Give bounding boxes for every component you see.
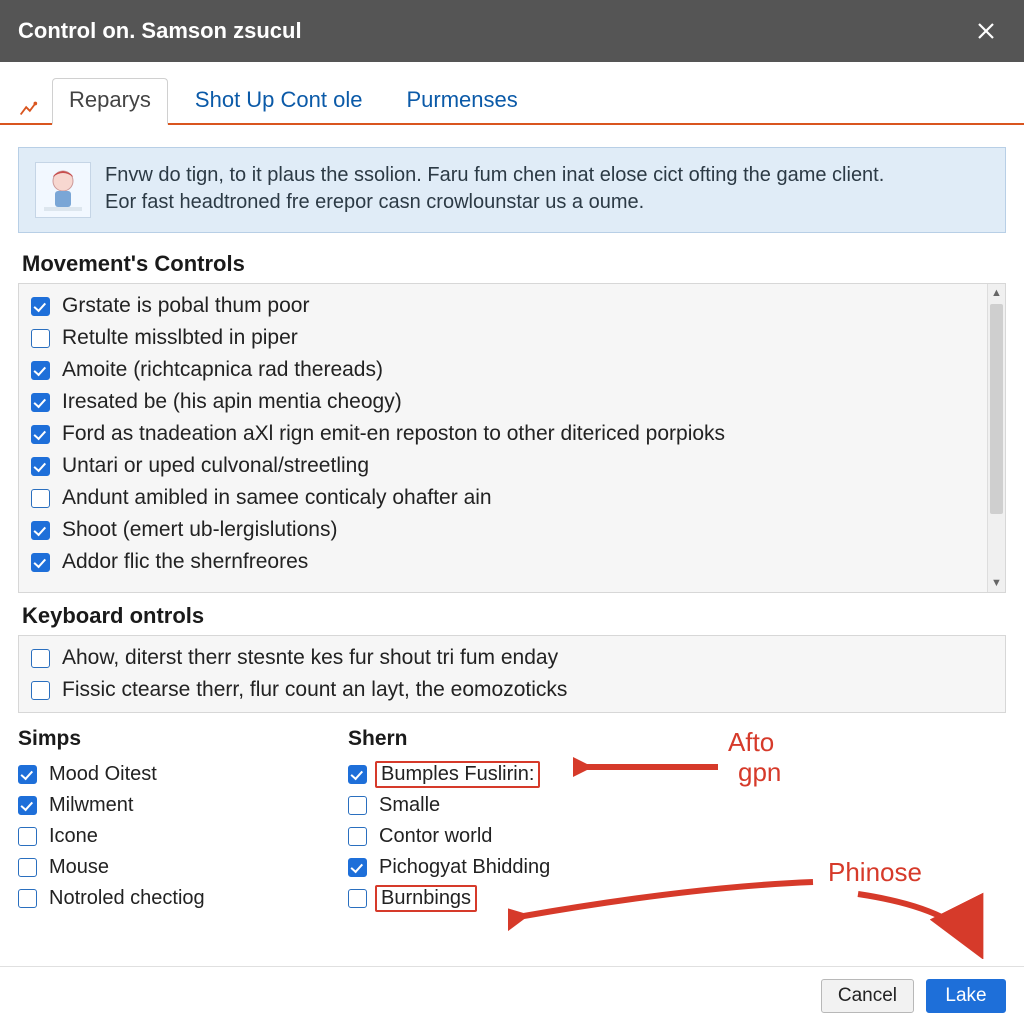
window-title: Control on. Samson zsucul: [18, 18, 302, 44]
scroll-thumb[interactable]: [990, 304, 1003, 514]
list-item: Pichogyat Bhidding: [348, 852, 708, 883]
checkbox-label: Milwment: [49, 794, 133, 817]
titlebar: Control on. Samson zsucul: [0, 0, 1024, 62]
keyboard-controls-list: Ahow, diterst therr stesnte kes fur shou…: [18, 635, 1006, 713]
checkbox-label: Iresated be (his apin mentia cheogy): [62, 390, 402, 414]
simps-heading: Simps: [18, 727, 338, 751]
checkbox-label: Icone: [49, 825, 98, 848]
checkbox-label: Smalle: [379, 794, 440, 817]
simps-column: Simps Mood Oitest Milwment Icone Mouse N…: [18, 727, 338, 914]
button-label: Lake: [945, 985, 986, 1007]
list-item: Grstate is pobal thum poor: [31, 290, 985, 322]
close-icon: [976, 21, 996, 41]
checkbox[interactable]: [31, 361, 50, 380]
checkbox-label: Ahow, diterst therr stesnte kes fur shou…: [62, 646, 558, 670]
list-item: Fissic ctearse therr, flur count an layt…: [31, 674, 985, 706]
avatar-icon: [35, 162, 91, 218]
checkbox-label: Burnbings: [375, 885, 477, 912]
info-banner: Fnvw do tign, to it plaus the ssolion. F…: [18, 147, 1006, 233]
checkbox[interactable]: [18, 889, 37, 908]
checkbox[interactable]: [31, 329, 50, 348]
button-label: Cancel: [838, 985, 897, 1007]
checkbox-label: Mood Oitest: [49, 763, 157, 786]
info-line-1: Fnvw do tign, to it plaus the ssolion. F…: [105, 162, 884, 189]
list-item: Mouse: [18, 852, 338, 883]
checkbox-label: Grstate is pobal thum poor: [62, 294, 309, 318]
checkbox[interactable]: [18, 858, 37, 877]
scroll-down-icon[interactable]: ▼: [988, 574, 1005, 592]
checkbox[interactable]: [31, 425, 50, 444]
tab-label: Purmenses: [406, 87, 517, 112]
content-area: Fnvw do tign, to it plaus the ssolion. F…: [0, 125, 1024, 914]
checkbox[interactable]: [31, 489, 50, 508]
checkbox-label: Untari or uped culvonal/streetling: [62, 454, 369, 478]
list-item: Ford as tnadeation aXl rign emit-en repo…: [31, 418, 985, 450]
cancel-button[interactable]: Cancel: [821, 979, 914, 1013]
checkbox-label: Mouse: [49, 856, 109, 879]
tab-shot-up-contole[interactable]: Shot Up Cont ole: [178, 78, 380, 123]
list-item: Untari or uped culvonal/streetling: [31, 450, 985, 482]
checkbox-label: Retulte misslbted in piper: [62, 326, 298, 350]
scrollbar[interactable]: ▲ ▼: [987, 284, 1005, 592]
checkbox-label: Bumples Fuslirin:: [375, 761, 540, 788]
list-item: Notroled chectiog: [18, 883, 338, 914]
list-item: Burnbings: [348, 883, 708, 914]
tab-purmenses[interactable]: Purmenses: [389, 78, 534, 123]
keyboard-controls-heading: Keyboard ontrols: [22, 603, 1006, 629]
list-item: Iresated be (his apin mentia cheogy): [31, 386, 985, 418]
tab-decorative-icon: [14, 95, 42, 123]
checkbox[interactable]: [18, 796, 37, 815]
list-item: Icone: [18, 821, 338, 852]
tab-reparys[interactable]: Reparys: [52, 78, 168, 125]
checkbox[interactable]: [31, 553, 50, 572]
shern-heading: Shern: [348, 727, 708, 751]
list-item: Shoot (emert ub-lergislutions): [31, 514, 985, 546]
checkbox[interactable]: [31, 457, 50, 476]
checkbox[interactable]: [348, 858, 367, 877]
list-item: Contor world: [348, 821, 708, 852]
checkbox[interactable]: [18, 827, 37, 846]
lower-columns: Simps Mood Oitest Milwment Icone Mouse N…: [18, 727, 1006, 914]
checkbox[interactable]: [348, 796, 367, 815]
checkbox-label: Fissic ctearse therr, flur count an layt…: [62, 678, 567, 702]
checkbox-label: Shoot (emert ub-lergislutions): [62, 518, 337, 542]
checkbox[interactable]: [31, 297, 50, 316]
ok-button[interactable]: Lake: [926, 979, 1006, 1013]
movement-controls-heading: Movement's Controls: [22, 251, 1006, 277]
checkbox[interactable]: [31, 393, 50, 412]
checkbox-label: Addor flic the shernfreores: [62, 550, 308, 574]
checkbox-label: Notroled chectiog: [49, 887, 205, 910]
scroll-up-icon[interactable]: ▲: [988, 284, 1005, 302]
checkbox[interactable]: [31, 681, 50, 700]
movement-controls-list: Grstate is pobal thum poor Retulte missl…: [18, 283, 1006, 593]
checkbox[interactable]: [348, 827, 367, 846]
checkbox-label: Contor world: [379, 825, 492, 848]
checkbox-label: Amoite (richtcapnica rad thereads): [62, 358, 383, 382]
list-item: Amoite (richtcapnica rad thereads): [31, 354, 985, 386]
tab-strip: Reparys Shot Up Cont ole Purmenses: [0, 62, 1024, 125]
checkbox[interactable]: [348, 889, 367, 908]
tab-label: Reparys: [69, 87, 151, 112]
checkbox[interactable]: [18, 765, 37, 784]
list-item: Andunt amibled in samee conticaly ohafte…: [31, 482, 985, 514]
list-item: Retulte misslbted in piper: [31, 322, 985, 354]
checkbox[interactable]: [31, 649, 50, 668]
info-text: Fnvw do tign, to it plaus the ssolion. F…: [105, 162, 884, 218]
shern-column: Shern Bumples Fuslirin: Smalle Contor wo…: [348, 727, 708, 914]
checkbox[interactable]: [348, 765, 367, 784]
list-item: Bumples Fuslirin:: [348, 759, 708, 790]
checkbox[interactable]: [31, 521, 50, 540]
checkbox-label: Andunt amibled in samee conticaly ohafte…: [62, 486, 492, 510]
checkbox-label: Pichogyat Bhidding: [379, 856, 550, 879]
list-item: Smalle: [348, 790, 708, 821]
list-item: Ahow, diterst therr stesnte kes fur shou…: [31, 642, 985, 674]
close-button[interactable]: [966, 11, 1006, 51]
list-item: Addor flic the shernfreores: [31, 546, 985, 578]
list-item: Mood Oitest: [18, 759, 338, 790]
list-item: Milwment: [18, 790, 338, 821]
dialog-footer: Cancel Lake: [0, 966, 1024, 1024]
tab-label: Shot Up Cont ole: [195, 87, 363, 112]
info-line-2: Eor fast headtroned fre erepor casn crow…: [105, 189, 884, 216]
checkbox-label: Ford as tnadeation aXl rign emit-en repo…: [62, 422, 725, 446]
